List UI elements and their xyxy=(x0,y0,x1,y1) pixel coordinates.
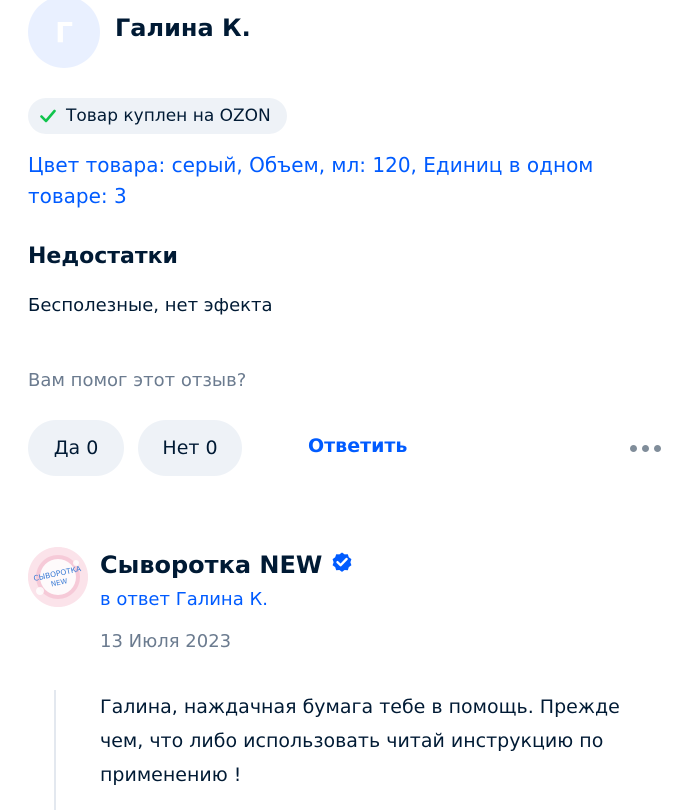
product-variant-link[interactable]: Цвет товара: серый, Объем, мл: 120, Един… xyxy=(28,150,668,212)
seller-name[interactable]: Сыворотка NEW xyxy=(100,550,354,580)
helpful-question: Вам помог этот отзыв? xyxy=(28,370,247,391)
user-avatar[interactable]: Г xyxy=(28,0,100,68)
seller-logo: СЫВОРОТКА NEW xyxy=(28,547,88,607)
reply-text: Галина, наждачная бумага тебе в помощь. … xyxy=(100,696,620,786)
check-icon xyxy=(40,109,56,123)
vote-yes-button[interactable]: Да 0 xyxy=(28,420,124,476)
cons-text: Бесполезные, нет эфекта xyxy=(28,295,273,316)
reply-divider xyxy=(54,690,56,810)
more-dots-icon[interactable] xyxy=(620,432,670,464)
reply-to-link[interactable]: в ответ Галина К. xyxy=(100,589,268,610)
reply-date: 13 Июля 2023 xyxy=(100,631,232,652)
user-avatar-initial: Г xyxy=(55,15,73,49)
purchase-badge-label: Товар куплен на OZON xyxy=(66,106,271,126)
verified-check-icon xyxy=(330,550,354,580)
cons-title: Недостатки xyxy=(28,244,178,269)
purchase-badge: Товар куплен на OZON xyxy=(28,98,287,134)
vote-no-button[interactable]: Нет 0 xyxy=(138,420,242,476)
reply-button[interactable]: Ответить xyxy=(308,435,407,457)
seller-avatar[interactable]: СЫВОРОТКА NEW xyxy=(28,547,88,607)
seller-name-label: Сыворотка NEW xyxy=(100,551,323,579)
review-author-name[interactable]: Галина К. xyxy=(115,14,251,42)
